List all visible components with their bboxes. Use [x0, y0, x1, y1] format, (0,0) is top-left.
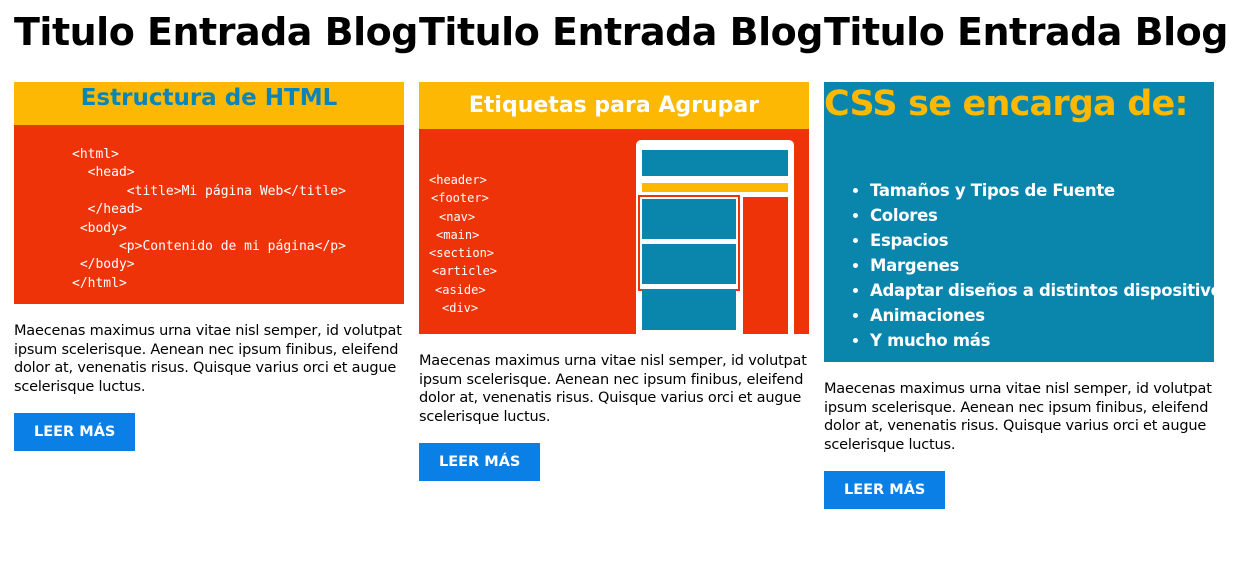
- feature-item: Adaptar diseños a distintos dispositivos…: [870, 278, 1214, 303]
- post-excerpt: Maecenas maximus urna vitae nisl semper,…: [824, 381, 1212, 453]
- footer-block: [642, 290, 736, 330]
- tag-list: <header> <footer> <nav> <main> <section>…: [429, 171, 497, 317]
- image-heading: CSS se encarga de:: [824, 84, 1188, 124]
- header-block: [642, 150, 788, 176]
- blog-card: Titulo Entrada Blog Etiquetas para Agrup…: [419, 0, 823, 481]
- feature-item: Margenes: [870, 253, 1214, 278]
- aside-block: [743, 197, 788, 334]
- feature-item: Y mucho más: [870, 328, 1214, 353]
- tag-item: <main>: [436, 227, 480, 242]
- tag-item: <header>: [429, 173, 487, 187]
- article-block: [642, 244, 736, 284]
- tag-item: <nav>: [439, 209, 476, 224]
- post-excerpt: Maecenas maximus urna vitae nisl semper,…: [14, 323, 402, 395]
- image-heading: Etiquetas para Agrupar: [468, 93, 760, 118]
- post-image-css-features: CSS se encarga de: Tamaños y Tipos de Fu…: [824, 82, 1214, 362]
- layout-diagram: [636, 140, 794, 334]
- feature-item: Tamaños y Tipos de Fuente: [870, 178, 1214, 203]
- code-snippet: <html> <head> <title>Mi página Web</titl…: [72, 147, 346, 291]
- tag-item: <aside>: [435, 282, 486, 297]
- feature-list: Tamaños y Tipos de Fuente Colores Espaci…: [824, 178, 1214, 353]
- blog-card: Titulo Entrada Blog CSS se encarga de: T…: [824, 0, 1228, 509]
- blog-card: Titulo Entrada Blog Estructura de HTML <…: [14, 0, 418, 451]
- read-more-button[interactable]: LEER MÁS: [824, 471, 946, 509]
- tag-item: <section>: [429, 246, 495, 261]
- post-title: Titulo Entrada Blog: [14, 10, 418, 54]
- tag-item: <footer>: [431, 191, 489, 206]
- blog-grid: Titulo Entrada Blog Estructura de HTML <…: [0, 0, 1255, 573]
- article-block: [642, 199, 736, 239]
- post-image-html-structure: Estructura de HTML <html> <head> <title>…: [14, 82, 404, 304]
- tag-item: <div>: [442, 301, 479, 316]
- feature-item: Espacios: [870, 228, 1214, 253]
- image-heading-band: Estructura de HTML: [14, 82, 404, 125]
- image-heading: Estructura de HTML: [80, 85, 338, 111]
- post-title: Titulo Entrada Blog: [824, 10, 1228, 54]
- post-title: Titulo Entrada Blog: [419, 10, 823, 54]
- tag-item: <article>: [432, 264, 498, 279]
- nav-block: [642, 183, 788, 192]
- post-image-grouping-tags: Etiquetas para Agrupar <header> <footer>…: [419, 82, 809, 334]
- feature-item: Colores: [870, 203, 1214, 228]
- image-heading-band: Etiquetas para Agrupar: [419, 82, 809, 129]
- read-more-button[interactable]: LEER MÁS: [419, 443, 541, 481]
- feature-item: Animaciones: [870, 303, 1214, 328]
- post-excerpt: Maecenas maximus urna vitae nisl semper,…: [419, 353, 807, 425]
- read-more-button[interactable]: LEER MÁS: [14, 413, 136, 451]
